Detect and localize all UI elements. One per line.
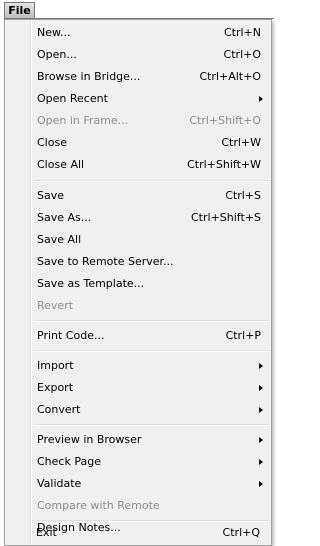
submenu-arrow-icon <box>259 407 263 413</box>
menu-item-save-as[interactable]: Save As... Ctrl+Shift+S <box>7 207 269 229</box>
menu-item-preview-in-browser[interactable]: Preview in Browser <box>7 429 269 451</box>
menu-item-exit[interactable]: Exit Ctrl+Q <box>6 522 268 544</box>
menu-item-label: Save <box>37 189 65 202</box>
menu-item-print-code[interactable]: Print Code... Ctrl+P <box>7 325 269 347</box>
menu-separator <box>34 320 269 322</box>
submenu-arrow-icon <box>259 437 263 443</box>
menu-item-label: Print Code... <box>37 329 105 342</box>
menu-item-open-in-frame: Open in Frame... Ctrl+Shift+O <box>7 110 269 132</box>
menu-item-label: Revert <box>37 299 74 312</box>
submenu-arrow-icon <box>259 481 263 487</box>
menu-item-label: Check Page <box>37 455 101 468</box>
menu-item-label: Close All <box>37 158 85 171</box>
submenu-arrow-icon <box>259 96 263 102</box>
menu-item-close-all[interactable]: Close All Ctrl+Shift+W <box>7 154 269 176</box>
menu-item-shortcut: Ctrl+Q <box>222 526 260 539</box>
menu-item-browse-in-bridge[interactable]: Browse in Bridge... Ctrl+Alt+O <box>7 66 269 88</box>
menu-item-import[interactable]: Import <box>7 355 269 377</box>
menu-item-new[interactable]: New... Ctrl+N <box>7 22 269 44</box>
menu-item-shortcut: Ctrl+S <box>225 189 261 202</box>
menu-separator <box>34 424 269 426</box>
menu-item-label: Save As... <box>37 211 92 224</box>
menu-item-label: Save as Template... <box>37 277 145 290</box>
menu-item-label: Save All <box>37 233 82 246</box>
menu-item-save-all[interactable]: Save All <box>7 229 269 251</box>
menu-item-label: Save to Remote Server... <box>37 255 174 268</box>
menu-item-open-recent[interactable]: Open Recent <box>7 88 269 110</box>
menu-item-shortcut: Ctrl+Shift+W <box>187 158 261 171</box>
menu-separator <box>35 520 270 522</box>
menu-item-label: Convert <box>37 403 81 416</box>
menu-item-save-as-template[interactable]: Save as Template... <box>7 273 269 295</box>
menu-item-shortcut: Ctrl+P <box>225 329 261 342</box>
menu-item-shortcut: Ctrl+Shift+S <box>191 211 261 224</box>
submenu-arrow-icon <box>259 459 263 465</box>
menu-item-label: Export <box>37 381 74 394</box>
menu-item-label: Open... <box>37 48 77 61</box>
menu-item-open[interactable]: Open... Ctrl+O <box>7 44 269 66</box>
menu-item-shortcut: Ctrl+N <box>223 26 261 39</box>
menu-item-compare-with-remote: Compare with Remote <box>7 495 269 517</box>
menu-separator <box>34 180 269 182</box>
file-menu-title[interactable]: File <box>4 2 35 19</box>
menu-item-save[interactable]: Save Ctrl+S <box>7 185 269 207</box>
file-dropdown-menu: New... Ctrl+N Open... Ctrl+O Browse in B… <box>4 19 272 546</box>
menu-item-shortcut: Ctrl+Alt+O <box>199 70 261 83</box>
menu-item-label: Open Recent <box>37 92 108 105</box>
menu-bar: File <box>0 0 274 21</box>
submenu-arrow-icon <box>259 385 263 391</box>
menu-item-validate[interactable]: Validate <box>7 473 269 495</box>
submenu-arrow-icon <box>259 363 263 369</box>
menu-item-check-page[interactable]: Check Page <box>7 451 269 473</box>
menu-item-save-to-remote-server[interactable]: Save to Remote Server... <box>7 251 269 273</box>
menu-item-shortcut: Ctrl+W <box>221 136 261 149</box>
menu-item-label: Validate <box>37 477 82 490</box>
menu-item-label: New... <box>37 26 71 39</box>
menu-item-label: Browse in Bridge... <box>37 70 141 83</box>
menu-item-label: Import <box>37 359 74 372</box>
menu-item-label: Exit <box>36 526 57 539</box>
menu-item-export[interactable]: Export <box>7 377 269 399</box>
menu-item-label: Open in Frame... <box>37 114 129 127</box>
menu-item-label: Compare with Remote <box>37 499 160 512</box>
menu-item-shortcut: Ctrl+O <box>223 48 261 61</box>
menu-separator <box>34 350 269 352</box>
menu-item-label: Close <box>37 136 67 149</box>
menu-item-close[interactable]: Close Ctrl+W <box>7 132 269 154</box>
menu-item-convert[interactable]: Convert <box>7 399 269 421</box>
menu-item-shortcut: Ctrl+Shift+O <box>189 114 261 127</box>
menu-item-revert: Revert <box>7 295 269 317</box>
menu-item-label: Preview in Browser <box>37 433 142 446</box>
